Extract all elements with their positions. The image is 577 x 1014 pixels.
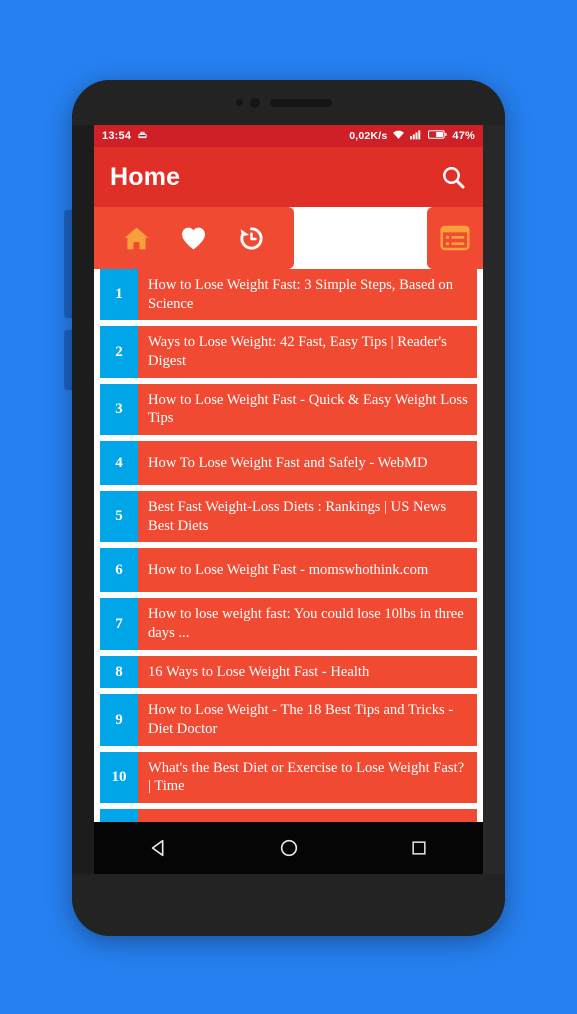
result-title: How To Lose Weight Fast and Safely - Web…	[148, 454, 428, 471]
battery-icon	[428, 129, 448, 143]
page-title: Home	[110, 162, 181, 191]
result-number-badge: 4	[100, 441, 138, 486]
results-list[interactable]: 1 How to Lose Weight Fast: 3 Simple Steps…	[94, 269, 483, 874]
home-circle-icon[interactable]	[278, 837, 300, 859]
wifi-icon	[392, 129, 405, 143]
result-title: Best Fast Weight-Loss Diets : Rankings |…	[148, 499, 447, 534]
phone-frame: 13:54 0,02K/s 47% Home 1 How to Lose Wei…	[72, 80, 505, 936]
result-title: How to Lose Weight Fast: 3 Simple Steps,…	[148, 277, 454, 312]
status-bar-right: 0,02K/s 47%	[349, 129, 475, 143]
phone-top-bezel	[72, 80, 505, 125]
result-row[interactable]: 8 16 Ways to Lose Weight Fast - Health	[100, 655, 477, 689]
result-row[interactable]: 6 How to Lose Weight Fast - momswhothink.…	[100, 548, 477, 593]
result-number-badge: 3	[100, 383, 138, 436]
result-row[interactable]: 4 How To Lose Weight Fast and Safely - We…	[100, 441, 477, 486]
result-title: How to Lose Weight - The 18 Best Tips an…	[148, 702, 454, 738]
phone-bottom-bezel	[72, 874, 505, 936]
recents-square-icon[interactable]	[409, 838, 429, 858]
toolbar-left-group	[94, 207, 294, 269]
network-speed: 0,02K/s	[349, 130, 388, 142]
result-title: How to Lose Weight Fast - Quick & Easy W…	[148, 391, 468, 427]
signal-bars-icon	[410, 129, 423, 143]
result-number-badge: 7	[100, 598, 138, 650]
result-title: How to Lose Weight Fast - momswhothink.c…	[148, 562, 429, 579]
result-row[interactable]: 9 How to Lose Weight - The 18 Best Tips a…	[100, 694, 477, 746]
result-row[interactable]: 7 How to lose weight fast: You could lose…	[100, 598, 477, 650]
earpiece-speaker	[270, 99, 332, 107]
search-icon[interactable]	[440, 164, 467, 191]
home-icon[interactable]	[122, 224, 151, 253]
result-title: 16 Ways to Lose Weight Fast - Health	[148, 663, 370, 680]
status-bar-left: 13:54	[102, 129, 148, 143]
result-row[interactable]: 2 Ways to Lose Weight: 42 Fast, Easy Tips…	[100, 326, 477, 378]
toolbar	[94, 207, 483, 269]
result-title: How to lose weight fast: You could lose …	[148, 606, 464, 642]
result-row[interactable]: 1 How to Lose Weight Fast: 3 Simple Steps…	[100, 269, 477, 321]
result-number-badge: 2	[100, 326, 138, 378]
result-row[interactable]: 10 What's the Best Diet or Exercise to Lo…	[100, 751, 477, 804]
result-number-badge: 5	[100, 491, 138, 543]
heart-icon[interactable]	[179, 224, 208, 253]
result-number-badge: 9	[100, 694, 138, 746]
front-camera-icon	[236, 99, 243, 106]
result-number-badge: 8	[100, 655, 138, 689]
app-bar: Home	[94, 147, 483, 207]
result-number-badge: 1	[100, 269, 138, 321]
back-triangle-icon[interactable]	[148, 837, 170, 859]
result-number-badge: 6	[100, 548, 138, 593]
android-nav-bar	[94, 822, 483, 874]
status-bar: 13:54 0,02K/s 47%	[94, 125, 483, 147]
status-time: 13:54	[102, 130, 132, 142]
battery-level: 47%	[452, 130, 475, 142]
result-title: Ways to Lose Weight: 42 Fast, Easy Tips …	[148, 334, 447, 370]
proximity-sensor-icon	[250, 98, 260, 108]
result-row[interactable]: 3 How to Lose Weight Fast - Quick & Easy …	[100, 383, 477, 436]
result-row[interactable]: 5 Best Fast Weight-Loss Diets : Rankings …	[100, 491, 477, 543]
notification-icon	[137, 129, 148, 143]
history-icon[interactable]	[237, 224, 266, 253]
phone-screen: 13:54 0,02K/s 47% Home 1 How to Lose Wei…	[94, 125, 483, 874]
result-title: What's the Best Diet or Exercise to Lose…	[148, 759, 465, 795]
list-icon[interactable]	[427, 207, 483, 269]
result-number-badge: 10	[100, 751, 138, 804]
